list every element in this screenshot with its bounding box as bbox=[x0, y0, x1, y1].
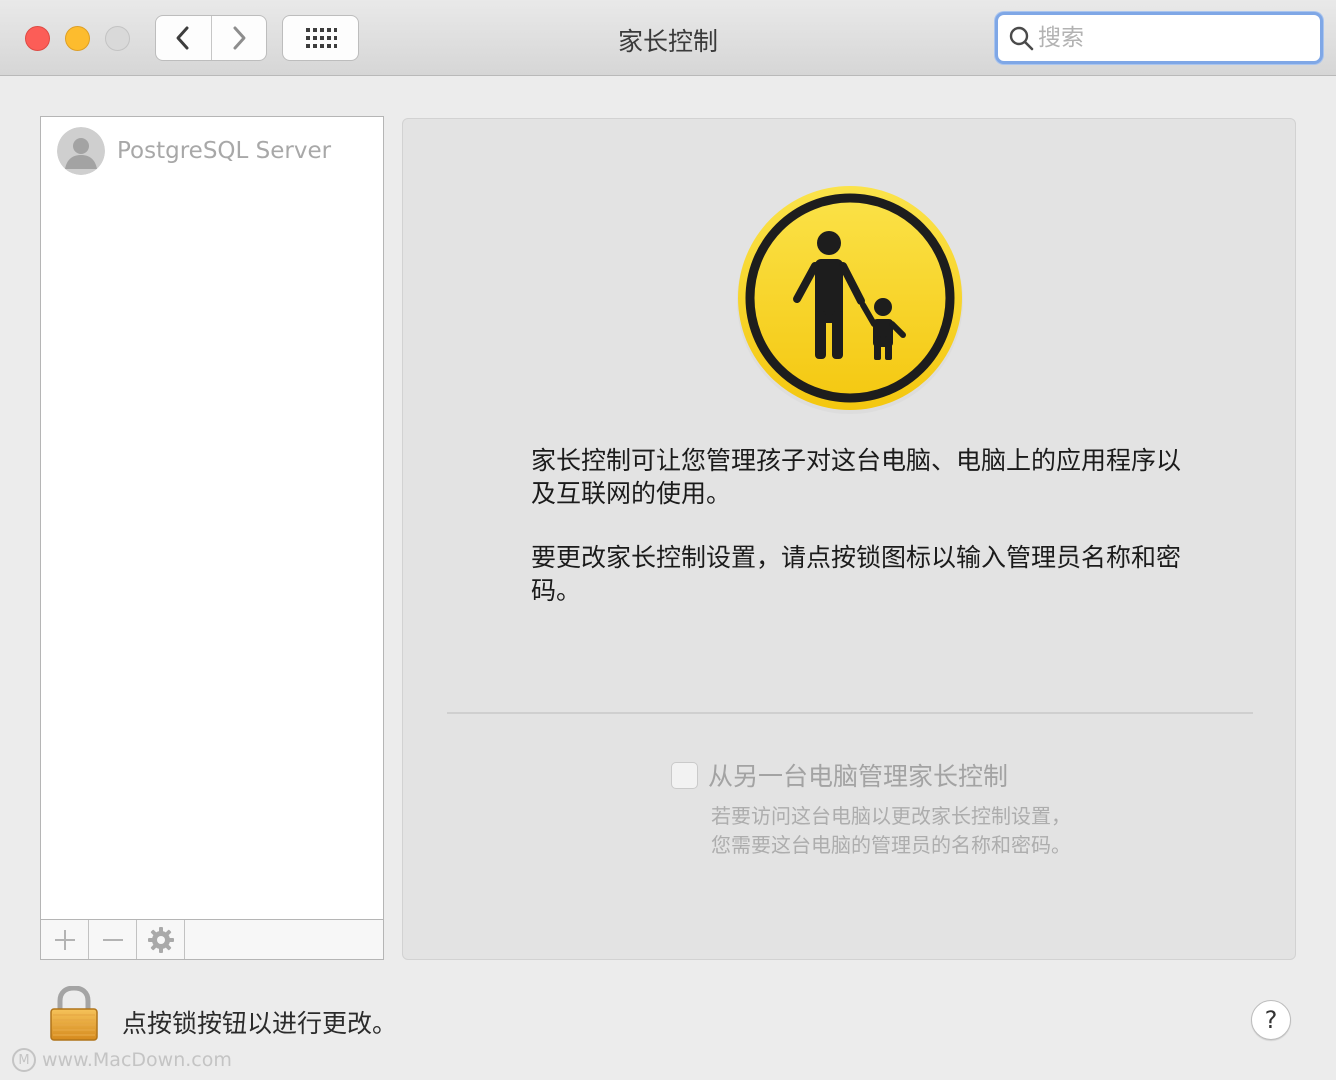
user-name: PostgreSQL Server bbox=[117, 138, 332, 164]
plus-icon bbox=[54, 929, 75, 950]
add-user-button[interactable] bbox=[41, 920, 89, 959]
remote-manage-label: 从另一台电脑管理家长控制 bbox=[708, 762, 1009, 791]
lock-status-text: 点按锁按钮以进行更改。 bbox=[122, 1009, 398, 1038]
description-paragraph-1: 家长控制可让您管理孩子对这台电脑、电脑上的应用程序以及互联网的使用。 bbox=[531, 446, 1182, 508]
search-icon bbox=[1009, 26, 1034, 51]
remote-manage-checkbox[interactable] bbox=[671, 761, 698, 789]
parental-controls-icon bbox=[737, 186, 963, 414]
user-list: PostgreSQL Server bbox=[40, 116, 384, 960]
remote-manage-hint: 若要访问这台电脑以更改家长控制设置， 您需要这台电脑的管理员的名称和密码。 bbox=[711, 802, 1071, 860]
watermark-text: www.MacDown.com bbox=[42, 1049, 232, 1071]
description-paragraph-2: 要更改家长控制设置，请点按锁图标以输入管理员名称和密码。 bbox=[531, 543, 1182, 605]
search-input[interactable] bbox=[1038, 25, 1298, 51]
section-divider bbox=[447, 712, 1253, 714]
description: 家长控制可让您管理孩子对这台电脑、电脑上的应用程序以及互联网的使用。 要更改家长… bbox=[531, 444, 1181, 607]
remove-user-button[interactable] bbox=[89, 920, 137, 959]
watermark-logo-icon: M bbox=[12, 1048, 36, 1072]
watermark: M www.MacDown.com bbox=[12, 1048, 232, 1072]
actions-menu-button[interactable] bbox=[137, 920, 185, 959]
remote-hint-line-2: 您需要这台电脑的管理员的名称和密码。 bbox=[711, 833, 1071, 857]
remote-manage-option[interactable]: 从另一台电脑管理家长控制 bbox=[671, 757, 1008, 793]
title-bar: 家长控制 bbox=[0, 0, 1336, 76]
gear-icon bbox=[147, 926, 174, 953]
minus-icon bbox=[102, 938, 123, 941]
lock-button[interactable] bbox=[48, 985, 100, 1042]
help-button[interactable]: ? bbox=[1251, 1000, 1291, 1040]
user-list-toolbar bbox=[41, 919, 383, 959]
user-avatar-icon bbox=[57, 127, 105, 175]
search-field[interactable] bbox=[995, 12, 1323, 64]
lock-icon bbox=[50, 985, 98, 1041]
user-list-item[interactable]: PostgreSQL Server bbox=[57, 127, 331, 175]
parental-controls-panel: 家长控制可让您管理孩子对这台电脑、电脑上的应用程序以及互联网的使用。 要更改家长… bbox=[402, 118, 1296, 960]
remote-hint-line-1: 若要访问这台电脑以更改家长控制设置， bbox=[711, 804, 1071, 828]
